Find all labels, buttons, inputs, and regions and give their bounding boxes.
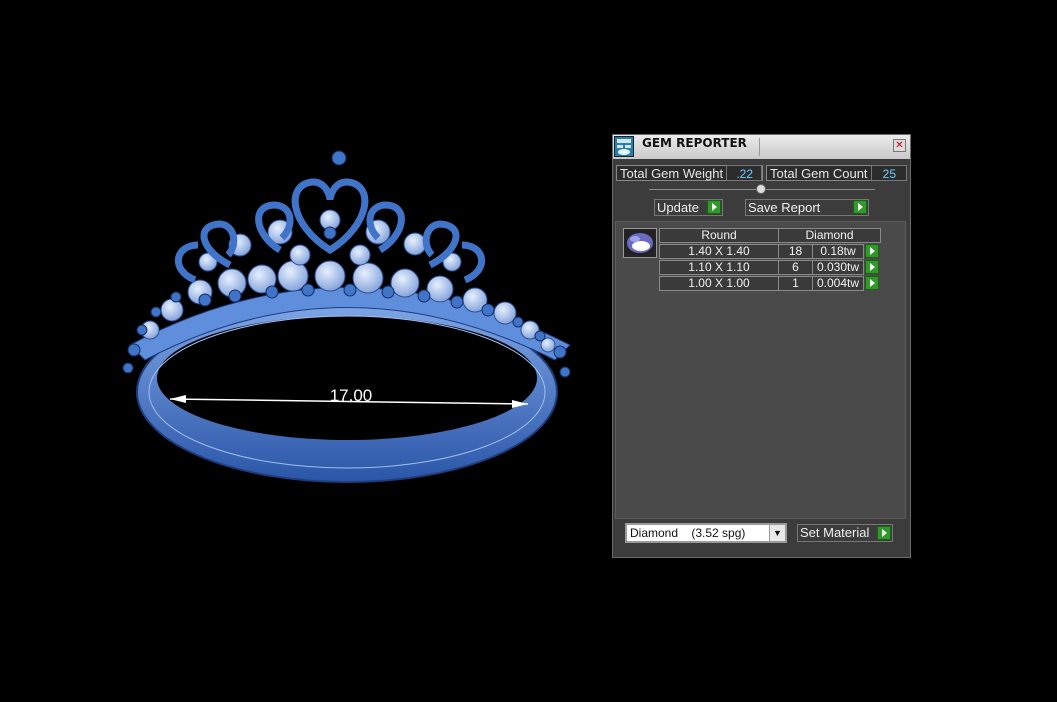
material-select[interactable]: Diamond (3.52 spg) ▼ bbox=[625, 523, 787, 543]
3d-viewport[interactable]: 17.00 bbox=[0, 0, 600, 697]
total-gem-weight-value: .22 bbox=[736, 167, 753, 181]
row-select-go-icon[interactable] bbox=[865, 276, 879, 290]
save-report-button[interactable]: Save Report bbox=[745, 199, 869, 216]
gem-count-cell: 6 bbox=[778, 260, 813, 275]
update-go-icon[interactable] bbox=[707, 200, 721, 214]
gem-weight-cell: 0.004tw bbox=[812, 276, 864, 291]
gem-report-area: Round Diamond 1.40 X 1.40 18 0.18tw 1.10… bbox=[615, 221, 906, 519]
tiara-ring-model[interactable]: 17.00 bbox=[0, 0, 600, 697]
title-separator bbox=[759, 138, 760, 156]
set-material-go-icon[interactable] bbox=[877, 526, 891, 540]
splitter-handle[interactable] bbox=[756, 184, 766, 194]
gem-count-cell: 18 bbox=[778, 244, 813, 259]
chevron-down-icon[interactable]: ▼ bbox=[769, 525, 785, 541]
gem-weight-cell: 0.18tw bbox=[812, 244, 864, 259]
panel-title-bar[interactable]: GEM REPORTER ✕ bbox=[613, 135, 910, 159]
gem-reporter-app-icon bbox=[614, 136, 634, 157]
gem-size-cell: 1.00 X 1.00 bbox=[659, 276, 779, 291]
gem-size-cell: 1.40 X 1.40 bbox=[659, 244, 779, 259]
gem-shape-header: Round bbox=[659, 228, 779, 243]
round-diamond-gem-icon bbox=[623, 228, 657, 258]
close-icon[interactable]: ✕ bbox=[893, 139, 906, 152]
gem-count-cell: 1 bbox=[778, 276, 813, 291]
dimension-label: 17.00 bbox=[330, 386, 373, 405]
row-select-go-icon[interactable] bbox=[865, 260, 879, 274]
total-gem-weight-value-box: .22 bbox=[726, 165, 762, 181]
row-select-go-icon[interactable] bbox=[865, 244, 879, 258]
gem-material-header: Diamond bbox=[778, 228, 881, 243]
total-gem-count-label: Total Gem Count bbox=[770, 166, 868, 181]
total-gem-weight-label: Total Gem Weight bbox=[620, 166, 724, 181]
save-report-button-label: Save Report bbox=[748, 200, 821, 215]
total-gem-count-value: 25 bbox=[882, 167, 896, 181]
gem-reporter-panel: GEM REPORTER ✕ Total Gem Weight .22 Tota… bbox=[612, 134, 911, 558]
gem-size-cell: 1.10 X 1.10 bbox=[659, 260, 779, 275]
total-gem-count-value-box: 25 bbox=[871, 165, 907, 181]
panel-title: GEM REPORTER bbox=[642, 136, 747, 150]
save-report-go-icon[interactable] bbox=[853, 200, 867, 214]
set-material-button-label: Set Material bbox=[800, 525, 870, 540]
material-select-name: Diamond bbox=[630, 526, 679, 540]
gem-weight-cell: 0.030tw bbox=[812, 260, 864, 275]
material-select-spg: (3.52 spg) bbox=[691, 526, 746, 540]
update-button-label: Update bbox=[657, 200, 699, 215]
